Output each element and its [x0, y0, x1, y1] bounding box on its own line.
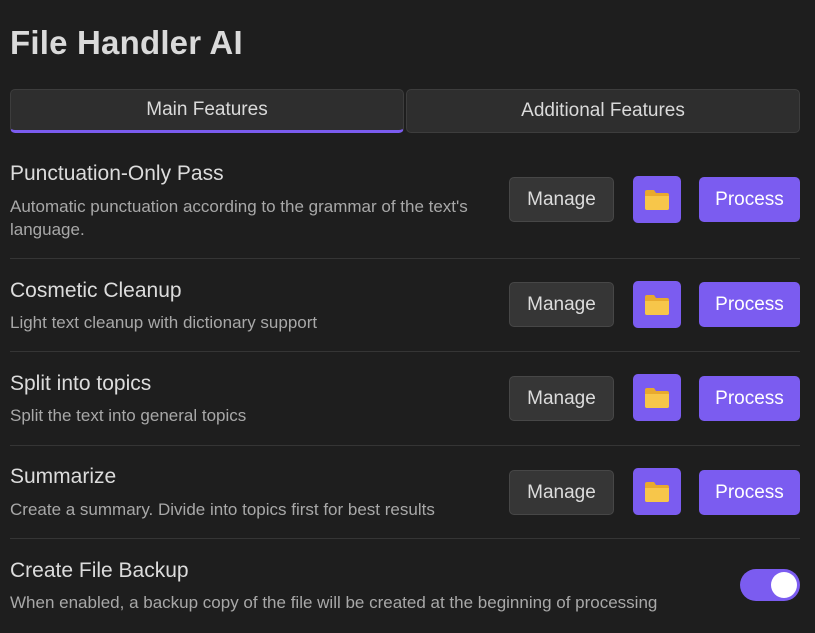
manage-button[interactable]: Manage — [509, 177, 614, 222]
feature-row-summarize: Summarize Create a summary. Divide into … — [10, 446, 800, 539]
toggle-knob — [771, 572, 797, 598]
process-button[interactable]: Process — [699, 177, 800, 222]
feature-description: Automatic punctuation according to the g… — [10, 197, 468, 239]
feature-description: Create a summary. Divide into topics fir… — [10, 500, 435, 519]
feature-row-punctuation: Punctuation-Only Pass Automatic punctuat… — [10, 150, 800, 259]
feature-description: Light text cleanup with dictionary suppo… — [10, 313, 318, 332]
process-button[interactable]: Process — [699, 470, 800, 515]
folder-icon — [645, 387, 669, 408]
tab-bar: Main Features Additional Features — [10, 89, 800, 133]
feature-row-split-topics: Split into topics Split the text into ge… — [10, 352, 800, 446]
open-folder-button[interactable] — [633, 468, 681, 515]
open-folder-button[interactable] — [633, 281, 681, 328]
feature-row-cosmetic-cleanup: Cosmetic Cleanup Light text cleanup with… — [10, 259, 800, 352]
backup-setting-description: When enabled, a backup copy of the file … — [10, 593, 658, 612]
manage-button[interactable]: Manage — [509, 282, 614, 327]
feature-name: Cosmetic Cleanup — [10, 279, 182, 302]
feature-name: Punctuation-Only Pass — [10, 162, 224, 185]
open-folder-button[interactable] — [633, 176, 681, 223]
folder-icon — [645, 481, 669, 502]
tab-additional-features[interactable]: Additional Features — [406, 89, 800, 133]
feature-description: Split the text into general topics — [10, 406, 247, 425]
page-title: File Handler AI — [10, 24, 243, 61]
feature-name: Split into topics — [10, 372, 152, 395]
process-button[interactable]: Process — [699, 376, 800, 421]
process-button[interactable]: Process — [699, 282, 800, 327]
backup-setting-name: Create File Backup — [10, 559, 189, 582]
folder-icon — [645, 294, 669, 315]
open-folder-button[interactable] — [633, 374, 681, 421]
manage-button[interactable]: Manage — [509, 376, 614, 421]
manage-button[interactable]: Manage — [509, 470, 614, 515]
file-handler-panel: File Handler AI Main Features Additional… — [0, 0, 815, 633]
tab-main-features[interactable]: Main Features — [10, 89, 404, 133]
feature-name: Summarize — [10, 465, 117, 488]
folder-icon — [645, 189, 669, 210]
backup-toggle[interactable] — [740, 569, 800, 601]
backup-setting-row: Create File Backup When enabled, a backu… — [10, 539, 800, 633]
